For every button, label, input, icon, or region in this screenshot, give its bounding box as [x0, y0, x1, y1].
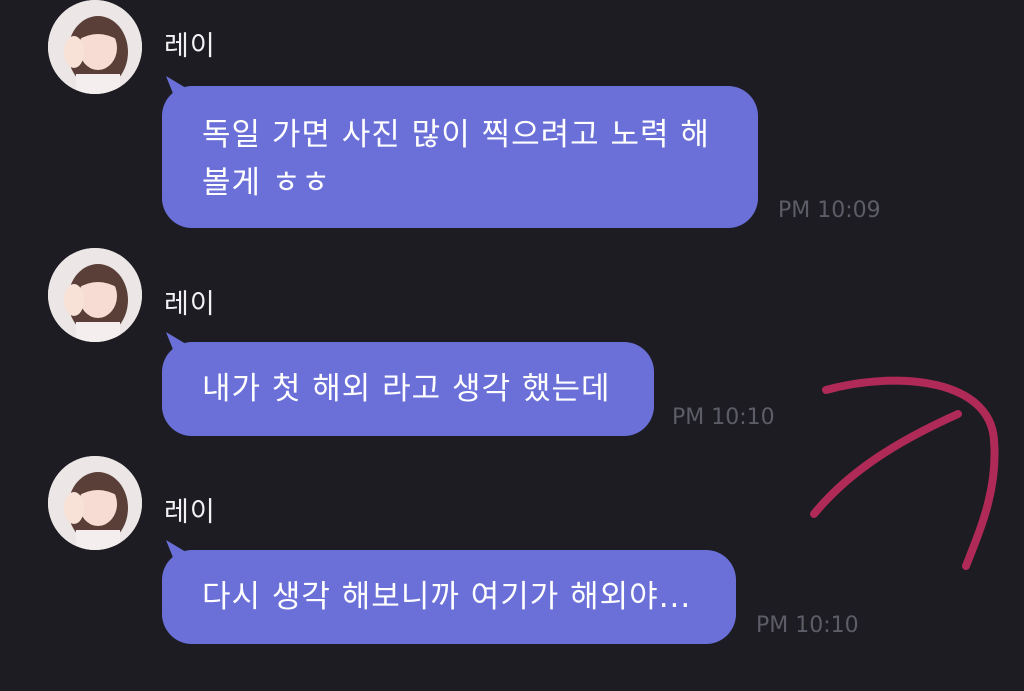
avatar[interactable]	[48, 248, 142, 342]
message-time: PM 10:09	[778, 198, 881, 223]
sender-name: 레이	[164, 289, 216, 320]
message-time: PM 10:10	[672, 405, 775, 430]
profile-photo-icon	[48, 248, 142, 342]
profile-photo-icon	[48, 456, 142, 550]
message-bubble[interactable]: 다시 생각 해보니까 여기가 해외야...	[162, 550, 736, 644]
message-text: 볼게 ㅎㅎ	[202, 165, 331, 201]
message-bubble[interactable]: 독일 가면 사진 많이 찍으려고 노력 해 볼게 ㅎㅎ	[162, 86, 758, 228]
message-time: PM 10:10	[756, 613, 859, 638]
message-bubble[interactable]: 내가 첫 해외 라고 생각 했는데	[162, 342, 654, 436]
sender-name: 레이	[164, 31, 216, 62]
avatar[interactable]	[48, 0, 142, 94]
profile-photo-icon	[48, 0, 142, 94]
avatar[interactable]	[48, 456, 142, 550]
message-text: 다시 생각 해보니까 여기가 해외야...	[202, 579, 692, 615]
message-text: 독일 가면 사진 많이 찍으려고 노력 해	[202, 117, 710, 153]
sender-name: 레이	[164, 497, 216, 528]
chat-view: 레이 독일 가면 사진 많이 찍으려고 노력 해 볼게 ㅎㅎ PM 10:09 …	[0, 0, 1024, 691]
message-text: 내가 첫 해외 라고 생각 했는데	[202, 371, 611, 407]
